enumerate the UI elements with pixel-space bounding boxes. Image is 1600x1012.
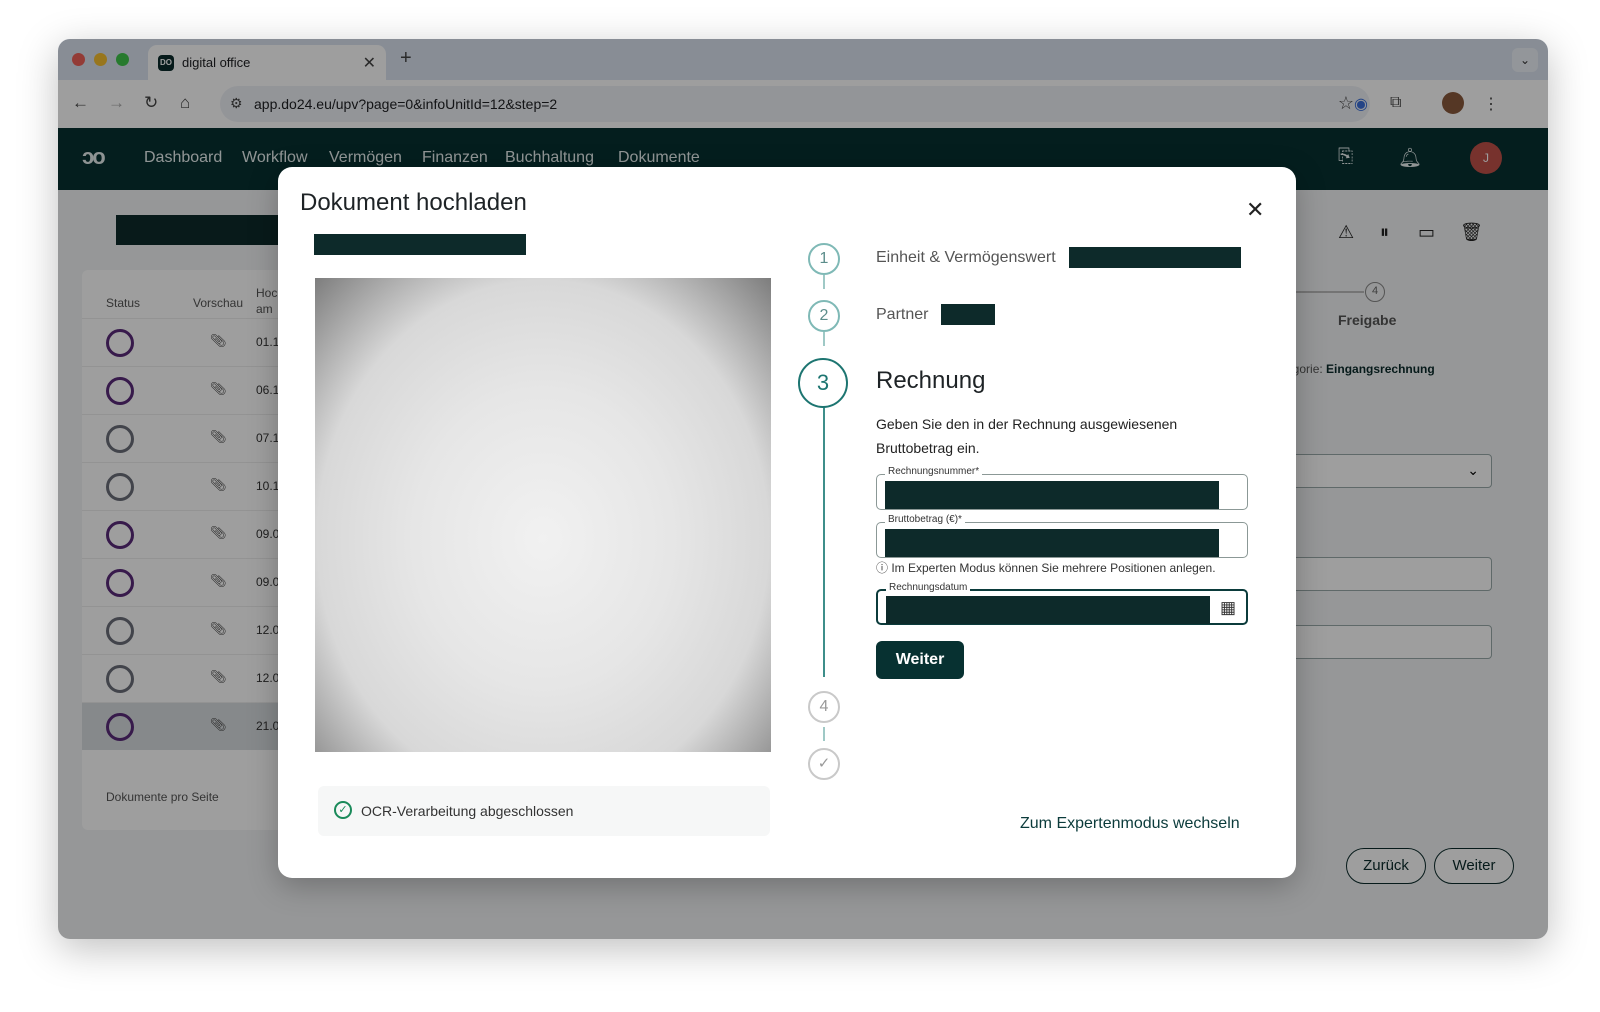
calendar-icon[interactable]: ▦ bbox=[1220, 598, 1236, 618]
invoice-date-value-redacted bbox=[886, 596, 1210, 624]
ocr-status-text: OCR-Verarbeitung abgeschlossen bbox=[361, 803, 574, 819]
step-1-label[interactable]: Einheit & Vermögenswert bbox=[876, 249, 1056, 267]
invoice-number-field[interactable]: Rechnungsnummer* bbox=[876, 466, 1248, 510]
ocr-status-box: ✓ OCR-Verarbeitung abgeschlossen bbox=[318, 786, 770, 836]
document-preview bbox=[315, 278, 771, 752]
invoice-number-value-redacted bbox=[885, 481, 1219, 509]
expert-mode-hint: ⓘ Im Experten Modus können Sie mehrere P… bbox=[876, 561, 1216, 575]
info-icon: ⓘ bbox=[876, 561, 892, 575]
step-1-value-redacted bbox=[1069, 247, 1241, 268]
step-done-check-icon: ✓ bbox=[808, 748, 840, 780]
step-3-description: Geben Sie den in der Rechnung ausgewiese… bbox=[876, 416, 1178, 456]
invoice-date-label: Rechnungsdatum bbox=[886, 582, 971, 593]
expert-mode-link[interactable]: Zum Expertenmodus wechseln bbox=[1020, 815, 1240, 833]
gross-amount-field[interactable]: Bruttobetrag (€)* bbox=[876, 514, 1248, 558]
step-2-value-redacted bbox=[941, 304, 995, 325]
gross-amount-label: Bruttobetrag (€)* bbox=[885, 514, 965, 525]
invoice-number-label: Rechnungsnummer* bbox=[885, 466, 983, 477]
step-connector bbox=[823, 275, 825, 289]
next-button[interactable]: Weiter bbox=[876, 641, 964, 679]
document-name-redacted bbox=[314, 234, 526, 255]
invoice-date-field[interactable]: Rechnungsdatum ▦ bbox=[876, 582, 1248, 625]
step-3-title: Rechnung bbox=[876, 367, 986, 394]
step-connector bbox=[823, 407, 825, 677]
step-connector bbox=[823, 332, 825, 346]
gross-amount-value-redacted bbox=[885, 529, 1219, 557]
step-4-circle: 4 bbox=[808, 691, 840, 723]
step-connector bbox=[823, 727, 825, 741]
upload-document-modal: Dokument hochladen ✕ ✓ OCR-Verarbeitung … bbox=[278, 167, 1296, 878]
step-2-label[interactable]: Partner bbox=[876, 306, 928, 324]
close-icon[interactable]: ✕ bbox=[1246, 197, 1264, 223]
modal-title: Dokument hochladen bbox=[300, 189, 527, 216]
step-2-circle[interactable]: 2 bbox=[808, 300, 840, 332]
check-circle-icon: ✓ bbox=[334, 801, 352, 819]
step-1-circle[interactable]: 1 bbox=[808, 243, 840, 275]
step-3-circle-active: 3 bbox=[798, 358, 848, 408]
